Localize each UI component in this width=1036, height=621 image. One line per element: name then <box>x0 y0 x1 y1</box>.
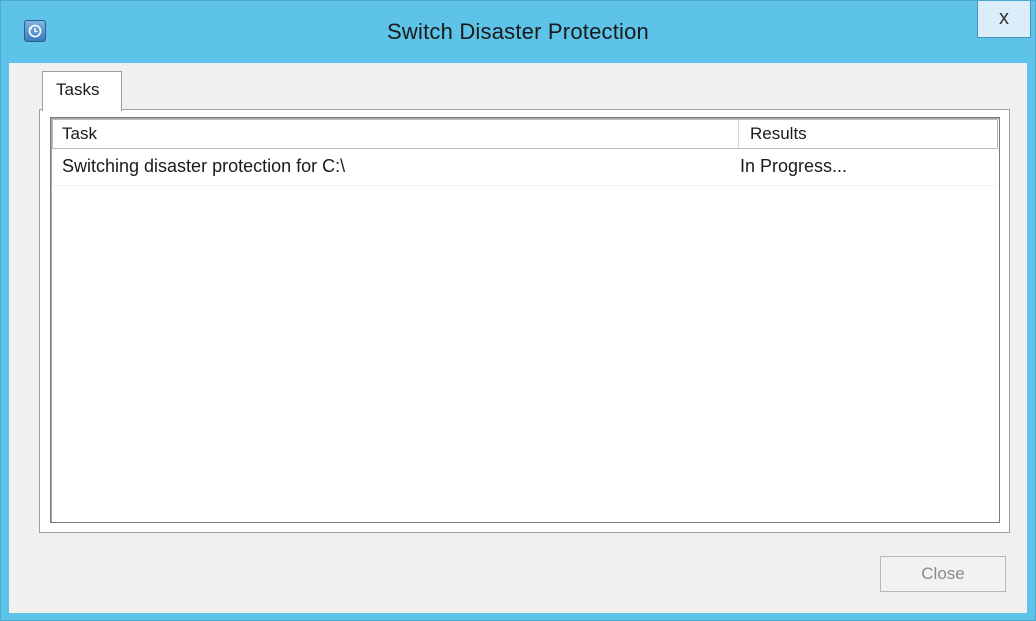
close-button[interactable]: Close <box>880 556 1006 592</box>
list-header: Task Results <box>52 119 998 149</box>
window-title: Switch Disaster Protection <box>387 19 649 44</box>
result-cell: In Progress... <box>740 156 848 176</box>
task-cell: Switching disaster protection for C:\ <box>62 156 346 176</box>
table-row[interactable]: Switching disaster protection for C:\ In… <box>52 149 998 186</box>
dialog-client-area: Tasks Task Results Switching disaster pr… <box>9 63 1027 613</box>
close-window-button[interactable]: x <box>977 1 1031 38</box>
dialog-window: Switch Disaster Protection x Tasks Task … <box>0 0 1036 621</box>
column-header-results[interactable]: Results <box>739 120 997 148</box>
tasks-tab-panel: Task Results Switching disaster protecti… <box>39 109 1010 533</box>
title-bar[interactable]: Switch Disaster Protection x <box>1 1 1035 63</box>
task-list[interactable]: Task Results Switching disaster protecti… <box>50 117 1000 523</box>
tab-tasks[interactable]: Tasks <box>42 71 122 111</box>
column-header-task[interactable]: Task <box>53 120 739 148</box>
